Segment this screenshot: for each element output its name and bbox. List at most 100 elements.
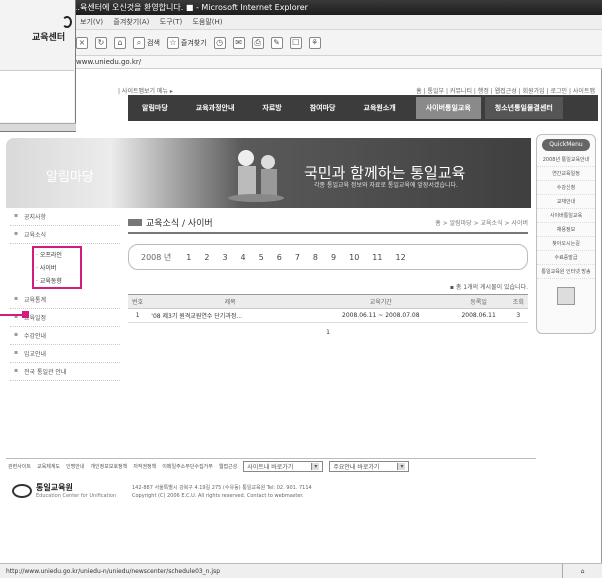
gnb-item-youth[interactable]: 청소년통일물결센터 — [484, 97, 563, 119]
gnb-item-courses[interactable]: 교육과정안내 — [182, 103, 249, 113]
gnb-item-about[interactable]: 교육원소개 — [350, 103, 410, 113]
menu-view[interactable]: 보기(V) — [80, 18, 103, 26]
footer-link[interactable]: 이메일주소무단수집거부 — [162, 463, 213, 470]
gnb-item-participation[interactable]: 참여마당 — [296, 103, 350, 113]
edit-icon[interactable]: ✎ — [270, 36, 283, 49]
col-header-period: 교육기간 — [313, 294, 449, 309]
footer-link[interactable]: 교육체계도 — [37, 463, 60, 470]
row-date: 2008.06.11 — [448, 308, 509, 323]
quick-menu-header: QuickMenu — [542, 139, 590, 151]
sidebar-sub-offline[interactable]: 오프라인 — [34, 248, 80, 261]
menu-favorites[interactable]: 즐겨찾기(A) — [113, 18, 149, 26]
mail-icon[interactable]: ✉ — [232, 36, 245, 49]
footer-link[interactable]: 저작권정책 — [133, 463, 156, 470]
footer-links: 관련사이트 교육체계도 인명안내 개인정보보호정책 저작권정책 이메일주소무단수… — [6, 458, 536, 474]
sitemap-toggle[interactable]: | 사이트맵보기 메뉴 ▸ — [118, 86, 173, 95]
post-table: 번호 제목 교육기간 등록일 조회 1 '08 제3기 원격교원연수 단기과정.… — [128, 294, 528, 323]
sidebar-item-notice[interactable]: 공지사항 — [10, 208, 120, 226]
footer-logo-subtitle: Education Center for Unification — [36, 493, 117, 499]
gnb-item-cyber[interactable]: 사이버통일교육 — [415, 97, 481, 119]
quick-menu: QuickMenu 2008년 통일교육안내 연간교육일정 수강신청 교재안내 … — [536, 134, 596, 334]
top-button-icon[interactable] — [557, 287, 575, 305]
breadcrumb: 홈 > 알림마당 > 교육소식 > 사이버 — [435, 219, 528, 227]
quick-item[interactable]: 수강신청 — [537, 181, 595, 195]
address-line: 142-887 서울특별시 강북구 4.19길 275 (수유동) 통일교육원 … — [132, 485, 312, 491]
content-header: 교육소식 / 사이버 홈 > 알림마당 > 교육소식 > 사이버 — [128, 212, 528, 234]
row-number: 1 — [128, 308, 148, 323]
star-icon: ☆ — [166, 36, 179, 49]
address-bar[interactable]: www.uniedu.go.kr/ — [0, 56, 602, 69]
site-shortcut-select[interactable]: 사이트내 바로가기 ▾ — [243, 461, 324, 472]
gnb-item-resources[interactable]: 자료방 — [248, 103, 295, 113]
sidebar-item-stats[interactable]: 교육통계 — [10, 291, 120, 309]
history-icon[interactable]: ◷ — [213, 36, 226, 49]
browser-toolbar: × ↻ ⌂ ⌕ 검색 ☆ 즐겨찾기 ◷ ✉ ⎙ ✎ ☐ ⚘ — [0, 30, 602, 56]
section-title: 알림마당 — [46, 170, 94, 185]
month-link[interactable]: 11 — [372, 253, 382, 262]
refresh-icon[interactable]: ↻ — [95, 36, 107, 49]
side-nav: 공지사항 교육소식 오프라인 사이버 교육동향 교육통계 교육일정 수강안내 입… — [0, 208, 120, 381]
discuss-icon[interactable]: ☐ — [289, 36, 302, 49]
month-link[interactable]: 3 — [222, 253, 227, 262]
menu-help[interactable]: 도움말(H) — [192, 18, 222, 26]
logo-mark-icon — [62, 16, 72, 28]
sidebar-sub-cyber[interactable]: 사이버 — [34, 261, 80, 274]
col-header-date: 등록일 — [448, 294, 509, 309]
website: | 사이트맵보기 메뉴 ▸ 홈 | 통일부 | 커뮤니티 | 행정 | 웹접근성… — [0, 70, 601, 560]
sidebar-item-admission[interactable]: 입교안내 — [10, 345, 120, 363]
month-link[interactable]: 10 — [349, 253, 359, 262]
quick-item[interactable]: 연간교육일정 — [537, 167, 595, 181]
people-illustration — [228, 150, 284, 202]
month-link[interactable]: 9 — [331, 253, 336, 262]
print-icon[interactable]: ⎙ — [251, 36, 264, 49]
month-link[interactable]: 2 — [204, 253, 209, 262]
utility-links[interactable]: 홈 | 통일부 | 커뮤니티 | 행정 | 웹접근성 | 회원가입 | 로그인 … — [416, 86, 595, 95]
popup-content — [0, 70, 74, 122]
row-title-link[interactable]: '08 제3기 원격교원연수 단기과정... — [147, 308, 314, 323]
quick-item[interactable]: 찾아오시는길 — [537, 237, 595, 251]
annotation-marker — [22, 311, 29, 318]
status-bar: http://www.uniedu.go.kr/uniedu-n/uniedu/… — [0, 563, 602, 578]
sidebar-item-halls[interactable]: 전국 통일관 안내 — [10, 363, 120, 381]
stop-icon[interactable]: × — [76, 36, 88, 49]
info-shortcut-value: 주요안내 바로가기 — [333, 464, 380, 471]
main-content: 교육소식 / 사이버 홈 > 알림마당 > 교육소식 > 사이버 2008 년 … — [128, 212, 528, 442]
ministry-logo-icon — [12, 483, 32, 498]
quick-item[interactable]: 채용정보 — [537, 223, 595, 237]
quick-item[interactable]: 수료증발급 — [537, 251, 595, 265]
footer-logo-text: 통일교육원 — [36, 483, 73, 492]
home-icon[interactable]: ⌂ — [114, 36, 126, 49]
favorites-button[interactable]: ☆ 즐겨찾기 — [166, 36, 207, 49]
quick-item[interactable]: 통일교육원 인터넷 방송 — [537, 265, 595, 279]
menu-tools[interactable]: 도구(T) — [160, 18, 183, 26]
col-header-number: 번호 — [128, 294, 148, 309]
menu-bar: 보기(V) 즐겨찾기(A) 도구(T) 도움말(H) — [0, 15, 602, 30]
month-link[interactable]: 6 — [277, 253, 282, 262]
quick-item[interactable]: 사이버통일교육 — [537, 209, 595, 223]
sidebar-item-news[interactable]: 교육소식 — [10, 226, 120, 244]
month-link[interactable]: 12 — [395, 253, 405, 262]
pagination-page[interactable]: 1 — [128, 329, 528, 336]
footer-link[interactable]: 개인정보보호정책 — [90, 463, 127, 470]
info-shortcut-select[interactable]: 주요안내 바로가기 ▾ — [329, 461, 410, 472]
month-link[interactable]: 1 — [186, 253, 191, 262]
month-link[interactable]: 8 — [313, 253, 318, 262]
chevron-down-icon: ▾ — [311, 463, 320, 470]
footer-link[interactable]: 인명안내 — [66, 463, 84, 470]
sidebar-sub-trends[interactable]: 교육동향 — [34, 274, 80, 287]
footer-link[interactable]: 웹접근성 — [219, 463, 237, 470]
sidebar-item-enrollment[interactable]: 수강안내 — [10, 327, 120, 345]
hero-subtitle: 각종 통일교육 정보와 자료로 통일교육에 앞장서겠습니다. — [314, 182, 458, 189]
year-select[interactable]: 2008 년 — [141, 252, 171, 263]
news-submenu: 오프라인 사이버 교육동향 — [32, 246, 120, 289]
quick-item[interactable]: 교재안내 — [537, 195, 595, 209]
footer-link[interactable]: 관련사이트 — [8, 463, 31, 470]
col-header-title: 제목 — [147, 294, 314, 309]
gnb-item-notice[interactable]: 알림마당 — [128, 103, 182, 113]
month-link[interactable]: 7 — [295, 253, 300, 262]
messenger-icon[interactable]: ⚘ — [308, 36, 321, 49]
search-button[interactable]: ⌕ 검색 — [133, 36, 160, 49]
month-link[interactable]: 4 — [241, 253, 246, 262]
quick-item[interactable]: 2008년 통일교육안내 — [537, 153, 595, 167]
month-link[interactable]: 5 — [259, 253, 264, 262]
